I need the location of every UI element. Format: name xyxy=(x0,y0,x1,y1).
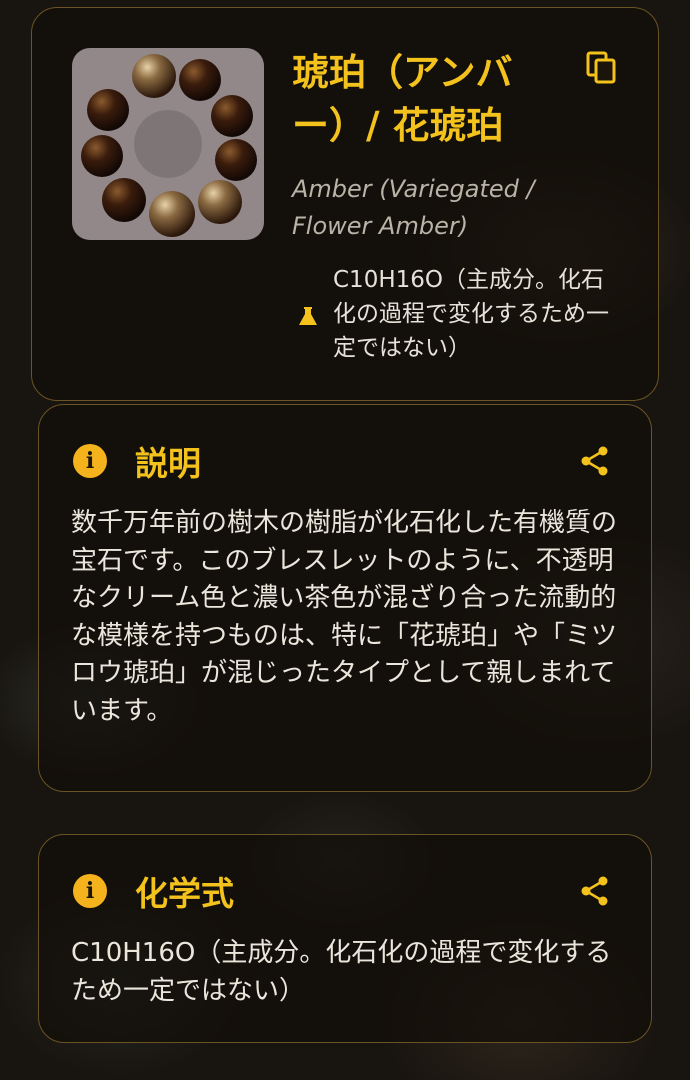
gem-header-card: 琥珀（アンバー）/ 花琥珀 Amber (Variegated / Flower… xyxy=(31,7,659,401)
description-header: i 説明 xyxy=(73,435,201,487)
description-body: 数千万年前の樹木の樹脂が化石化した有機質の宝石です。このブレスレットのように、不… xyxy=(71,508,618,726)
info-icon: i xyxy=(73,874,107,908)
description-card: i 説明 数千万年前の樹木の樹脂が化石化した有機質の宝石です。このブレスレットの… xyxy=(38,404,652,792)
gem-photo[interactable] xyxy=(72,48,264,240)
info-icon: i xyxy=(73,444,107,478)
description-heading: 説明 xyxy=(135,444,201,483)
gem-title: 琥珀（アンバー）/ 花琥珀 xyxy=(292,51,513,147)
share-icon[interactable] xyxy=(579,875,611,907)
copy-icon[interactable] xyxy=(585,50,619,86)
gem-english-name: Amber (Variegated / Flower Amber) xyxy=(292,175,535,240)
chemical-header: i 化学式 xyxy=(73,865,234,917)
share-icon[interactable] xyxy=(579,445,611,477)
chemical-heading: 化学式 xyxy=(135,874,234,913)
gem-formula-summary: C10H16O（主成分。化石化の過程で変化するため一定ではない） xyxy=(333,267,609,361)
chemical-formula-card: i 化学式 C10H16O（主成分。化石化の過程で変化するため一定ではない） xyxy=(38,834,652,1043)
flask-icon xyxy=(299,307,317,325)
chemical-formula-body: C10H16O（主成分。化石化の過程で変化するため一定ではない） xyxy=(71,938,612,1006)
